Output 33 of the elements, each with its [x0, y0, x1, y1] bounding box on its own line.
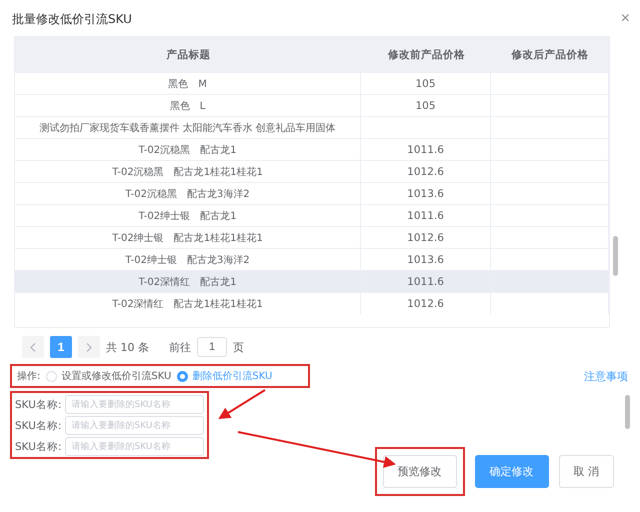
- field-label: SKU名称:: [15, 418, 62, 432]
- field-label: SKU名称:: [15, 440, 62, 454]
- dialog-button[interactable]: 取 消: [558, 455, 614, 488]
- column-header: 修改后产品价格: [510, 48, 590, 62]
- radio-button[interactable]: [177, 370, 188, 382]
- sku-name-input[interactable]: 请输入要删除的SKU名称: [64, 416, 204, 435]
- table-cell: 1012.6: [361, 293, 491, 314]
- scrollbar-thumb[interactable]: [613, 236, 618, 276]
- radio-option[interactable]: 设置或修改低价引流SKU: [46, 369, 172, 383]
- scrollbar-thumb[interactable]: [625, 395, 630, 429]
- page-suffix: 页: [233, 340, 244, 354]
- column-header: 修改前产品价格: [386, 48, 466, 62]
- close-button[interactable]: ×: [620, 11, 630, 27]
- prev-page-button[interactable]: [22, 336, 44, 358]
- notes-link[interactable]: 注意事项: [584, 368, 628, 384]
- table-cell: T-02深情红 配古龙1桂花1桂花1: [15, 293, 362, 314]
- dialog-title: 批量修改低价引流SKU: [12, 10, 132, 28]
- annotation-arrow: [218, 389, 266, 420]
- chevron-right-icon: [86, 342, 92, 352]
- operation-label: 操作:: [17, 370, 40, 383]
- radio-option[interactable]: 删除低价引流SKU: [177, 369, 272, 383]
- field-label: SKU名称:: [15, 398, 62, 412]
- column-header: 产品标题: [165, 48, 212, 62]
- preview-button[interactable]: 预览修改: [382, 455, 456, 488]
- chevron-left-icon: [30, 342, 36, 352]
- next-page-button[interactable]: [78, 336, 100, 358]
- goto-label: 前往: [169, 340, 191, 354]
- dialog-button[interactable]: 确定修改: [474, 455, 548, 488]
- sku-name-input[interactable]: 请输入要删除的SKU名称: [64, 437, 204, 456]
- page-button[interactable]: 1: [50, 336, 72, 358]
- page-input[interactable]: 1: [197, 337, 227, 357]
- total-count: 共 10 条: [106, 340, 149, 354]
- sku-name-input[interactable]: 请输入要删除的SKU名称: [64, 395, 204, 414]
